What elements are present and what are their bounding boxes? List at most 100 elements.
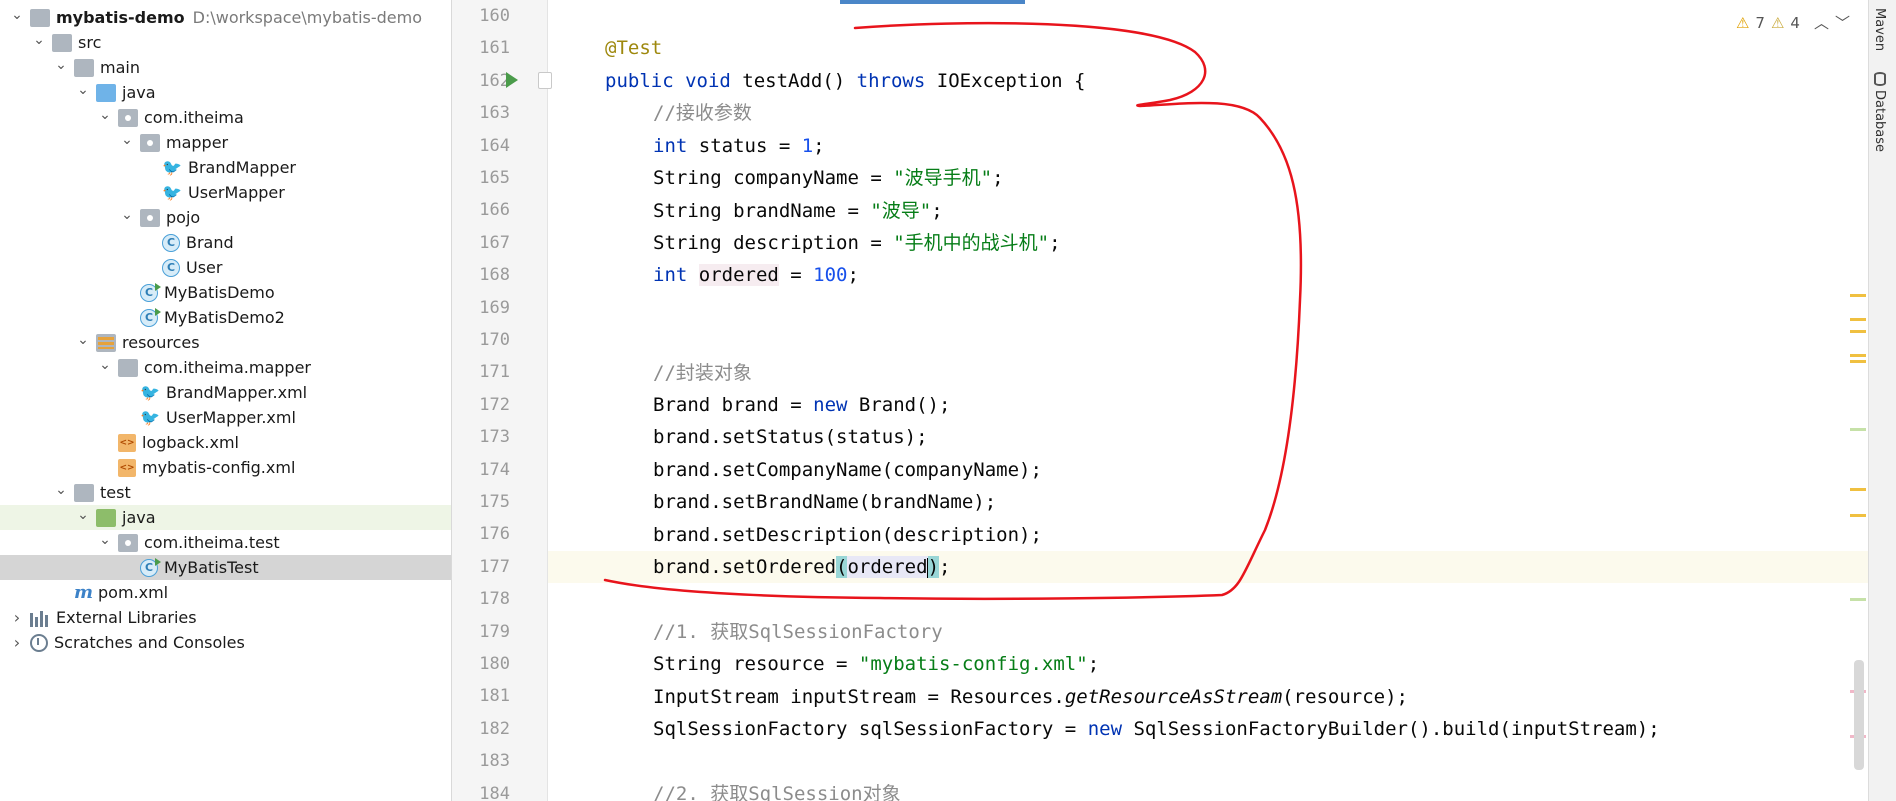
- code-line-182[interactable]: SqlSessionFactory sqlSessionFactory = ne…: [653, 713, 1660, 745]
- chevron-down-icon[interactable]: ⌄: [76, 330, 90, 355]
- warning-stripe-mark[interactable]: [1850, 318, 1866, 321]
- line-number: 176: [479, 524, 510, 545]
- code-line-180[interactable]: String resource = "mybatis-config.xml";: [653, 648, 1099, 680]
- package-icon: [140, 133, 160, 152]
- tree-item[interactable]: C User: [0, 255, 451, 280]
- tree-item-label: UserMapper.xml: [166, 408, 296, 427]
- maven-tool-label: Maven: [1872, 8, 1887, 52]
- chevron-down-icon[interactable]: ⌄: [76, 80, 90, 105]
- tree-item[interactable]: ⌄ java: [0, 505, 451, 530]
- tree-item-label: main: [100, 58, 140, 77]
- tree-item[interactable]: › Scratches and Consoles: [0, 630, 451, 655]
- code-line-173[interactable]: brand.setStatus(status);: [653, 421, 928, 453]
- code-line-163[interactable]: //接收参数: [653, 97, 752, 129]
- tree-item[interactable]: C Brand: [0, 230, 451, 255]
- active-tab-indicator: [840, 0, 1025, 4]
- code-line-184[interactable]: //2. 获取SqlSession对象: [653, 778, 901, 801]
- code-line-172[interactable]: Brand brand = new Brand();: [653, 389, 950, 421]
- tree-item[interactable]: ⌄ com.itheima.test: [0, 530, 451, 555]
- line-number: 184: [479, 783, 510, 801]
- chevron-down-icon[interactable]: ⌄: [120, 205, 134, 230]
- tree-item[interactable]: 🐦 BrandMapper.xml: [0, 380, 451, 405]
- warning-stripe-mark[interactable]: [1850, 330, 1866, 333]
- code-line-164[interactable]: int status = 1;: [653, 130, 825, 162]
- inspection-widget[interactable]: ⚠ 7 ⚠ 4 ︿ ﹀: [1736, 12, 1850, 33]
- line-number: 179: [479, 621, 510, 642]
- code-line-177[interactable]: brand.setOrdered(ordered);: [653, 551, 950, 583]
- chevron-down-icon[interactable]: ﹀: [1835, 12, 1850, 33]
- folder-icon: [30, 8, 50, 27]
- tree-item-label: Brand: [186, 233, 234, 252]
- change-stripe-mark[interactable]: [1850, 428, 1866, 431]
- mybatis-bird-icon: 🐦: [162, 183, 182, 202]
- tree-item[interactable]: ⌄ java: [0, 80, 451, 105]
- tree-item[interactable]: C MyBatisTest: [0, 555, 451, 580]
- tree-item[interactable]: 🐦 UserMapper.xml: [0, 405, 451, 430]
- code-line-181[interactable]: InputStream inputStream = Resources.getR…: [653, 681, 1408, 713]
- chevron-down-icon[interactable]: ⌄: [76, 505, 90, 530]
- chevron-down-icon[interactable]: ⌄: [98, 355, 112, 380]
- bookmark-icon[interactable]: [538, 72, 552, 89]
- tree-item-label: mapper: [166, 133, 229, 152]
- code-line-162[interactable]: public void testAdd() throws IOException…: [605, 65, 1085, 97]
- tree-item[interactable]: ⌄ pojo: [0, 205, 451, 230]
- tree-item[interactable]: › External Libraries: [0, 605, 451, 630]
- tree-item-label: resources: [122, 333, 200, 352]
- class-icon: C: [162, 258, 180, 277]
- tree-item[interactable]: ⌄ resources: [0, 330, 451, 355]
- code-line-166[interactable]: String brandName = "波导";: [653, 195, 943, 227]
- warning-stripe-mark[interactable]: [1850, 360, 1866, 363]
- maven-tool-button[interactable]: Maven: [1872, 8, 1887, 51]
- runnable-class-icon: C: [140, 282, 161, 302]
- line-number: 181: [479, 686, 510, 707]
- code-line-179[interactable]: //1. 获取SqlSessionFactory: [653, 616, 943, 648]
- chevron-down-icon[interactable]: ⌄: [54, 55, 68, 80]
- code-line-167[interactable]: String description = "手机中的战斗机";: [653, 227, 1061, 259]
- warning-stripe-mark[interactable]: [1850, 488, 1866, 491]
- tree-item[interactable]: 🐦 UserMapper: [0, 180, 451, 205]
- chevron-down-icon[interactable]: ⌄: [54, 480, 68, 505]
- tree-item[interactable]: <> logback.xml: [0, 430, 451, 455]
- chevron-down-icon[interactable]: ⌄: [98, 105, 112, 130]
- tree-item[interactable]: ⌄ mapper: [0, 130, 451, 155]
- chevron-right-icon[interactable]: ›: [10, 630, 24, 655]
- change-stripe-mark[interactable]: [1850, 598, 1866, 601]
- warning-stripe-mark[interactable]: [1850, 514, 1866, 517]
- tree-item[interactable]: m pom.xml: [0, 580, 451, 605]
- chevron-down-icon[interactable]: ⌄: [120, 130, 134, 155]
- warning-stripe-mark[interactable]: [1850, 354, 1866, 357]
- tree-item[interactable]: <> mybatis-config.xml: [0, 455, 451, 480]
- code-editor[interactable]: 160 161 162 163 164 165 166 167 168 169 170 171 172 1…: [452, 0, 1868, 801]
- code-line-161[interactable]: @Test: [605, 32, 662, 64]
- code-line-175[interactable]: brand.setBrandName(brandName);: [653, 486, 996, 518]
- code-line-171[interactable]: //封装对象: [653, 357, 752, 389]
- code-line-174[interactable]: brand.setCompanyName(companyName);: [653, 454, 1042, 486]
- chevron-up-icon[interactable]: ︿: [1814, 12, 1829, 33]
- vertical-scrollbar[interactable]: [1854, 660, 1864, 770]
- warning-icon: ⚠: [1735, 13, 1750, 32]
- tree-item[interactable]: ⌄ src: [0, 30, 451, 55]
- tree-item[interactable]: ⌄ main: [0, 55, 451, 80]
- chevron-right-icon[interactable]: ›: [10, 605, 24, 630]
- code-line-165[interactable]: String companyName = "波导手机";: [653, 162, 1004, 194]
- tree-item[interactable]: C MyBatisDemo: [0, 280, 451, 305]
- libraries-icon: [30, 609, 50, 627]
- runnable-class-icon: C: [140, 307, 161, 327]
- tree-item[interactable]: ⌄ mybatis-demo D:\workspace\mybatis-demo: [0, 5, 451, 30]
- chevron-down-icon[interactable]: ⌄: [10, 5, 24, 30]
- database-tool-button[interactable]: Database: [1872, 72, 1887, 152]
- chevron-down-icon[interactable]: ⌄: [98, 530, 112, 555]
- tree-item[interactable]: 🐦 BrandMapper: [0, 155, 451, 180]
- tree-item-label: MyBatisTest: [164, 558, 259, 577]
- code-line-176[interactable]: brand.setDescription(description);: [653, 519, 1042, 551]
- warning-stripe-mark[interactable]: [1850, 294, 1866, 297]
- tree-item[interactable]: ⌄ com.itheima: [0, 105, 451, 130]
- tree-item[interactable]: ⌄ test: [0, 480, 451, 505]
- run-test-icon[interactable]: [506, 72, 518, 88]
- tree-item[interactable]: C MyBatisDemo2: [0, 305, 451, 330]
- line-number: 170: [479, 330, 510, 350]
- chevron-down-icon[interactable]: ⌄: [32, 30, 46, 55]
- tree-item[interactable]: ⌄ com.itheima.mapper: [0, 355, 451, 380]
- code-line-168[interactable]: int ordered = 100;: [653, 259, 859, 291]
